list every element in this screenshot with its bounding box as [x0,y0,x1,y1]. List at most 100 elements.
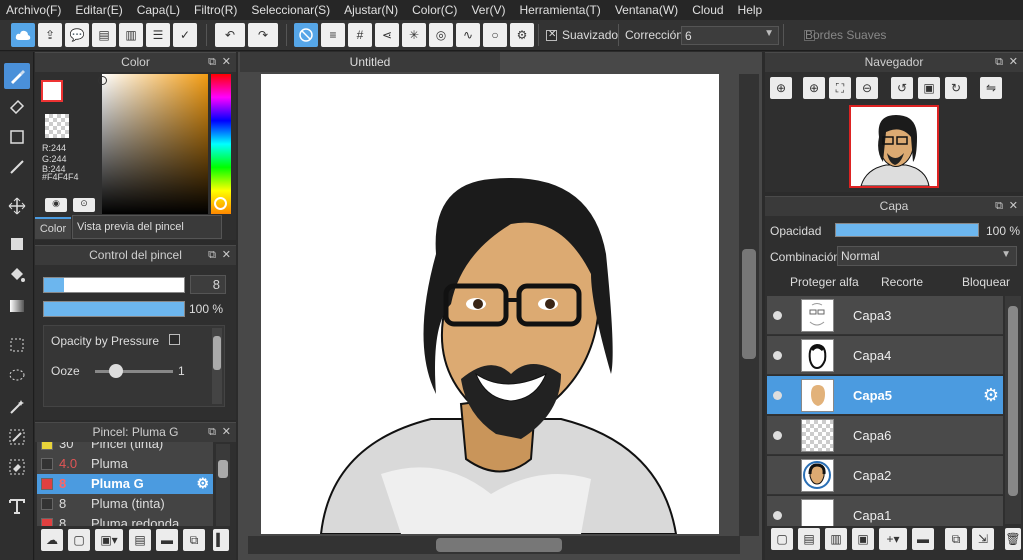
folder-icon[interactable]: ▬ [912,528,934,550]
close-icon[interactable]: ✕ [1009,53,1018,72]
canvas-tab[interactable]: Untitled [240,52,500,72]
close-icon[interactable]: ✕ [222,423,231,442]
menu-archivo[interactable]: Archivo(F) [6,3,61,17]
select-tool-icon[interactable] [4,332,30,358]
rotate-left-icon[interactable]: ↺ [891,77,913,99]
menu-help[interactable]: Help [738,3,763,17]
select-eraser-icon[interactable] [4,454,30,480]
palette-icon[interactable]: ◉ [45,198,67,212]
fill-rect-tool-icon[interactable] [4,231,30,257]
transparent-swatch[interactable] [45,114,69,138]
list-item[interactable]: 4.0 Pluma [37,454,213,474]
undock-icon[interactable]: ⧉ [995,53,1003,72]
layer-row-capa4[interactable]: Capa4 [767,336,1003,375]
undo-icon[interactable]: ↶ [215,23,245,47]
grid-snap-icon[interactable]: # [348,23,372,47]
list-icon[interactable]: ☰ [146,23,170,47]
brush-properties-icon[interactable]: ▤ [129,529,151,551]
menu-cloud[interactable]: Cloud [692,3,723,17]
layer-add-menu-icon[interactable]: +▾ [879,528,907,550]
folder-icon[interactable]: ▬ [156,529,178,551]
gear-icon[interactable]: ⚙ [983,385,999,406]
undock-icon[interactable]: ⧉ [208,53,216,72]
brush-tool-icon[interactable] [4,63,30,89]
settings-icon[interactable]: ⚙ [510,23,534,47]
zoom-actual-icon[interactable]: ⊕ [770,77,792,99]
new-halftone-layer-icon[interactable]: ▤ [798,528,820,550]
brush-menu-icon[interactable]: ▣▾ [95,529,123,551]
undock-icon[interactable]: ⧉ [208,246,216,265]
gradient-tool-icon[interactable] [4,293,30,319]
menu-color[interactable]: Color(C) [412,3,457,17]
zoom-out-icon[interactable]: ⊖ [856,77,878,99]
eyedropper-icon[interactable]: ⊙ [73,198,95,212]
layer-opacity-slider[interactable] [835,223,979,237]
trash-icon[interactable]: 🗑 [1005,528,1021,550]
duplicate-icon[interactable]: ⧉ [183,529,205,551]
snap-off-icon[interactable] [294,23,318,47]
saturation-value-picker[interactable] [98,74,208,214]
select-pen-icon[interactable] [4,424,30,450]
gear-icon[interactable]: ⚙ [196,475,209,492]
list-item[interactable]: 8 Pluma (tinta) [37,494,213,514]
drawing-canvas[interactable] [261,74,719,534]
list-item[interactable]: 8 Pluma G ⚙ [37,474,213,494]
foreground-color-swatch[interactable] [41,80,63,102]
menu-seleccionar[interactable]: Seleccionar(S) [251,3,330,17]
menu-herramienta[interactable]: Herramienta(T) [519,3,600,17]
layer-row-capa5[interactable]: Capa5 ⚙ [767,376,1003,415]
eraser-tool-icon[interactable] [4,92,30,118]
add-brush-icon[interactable]: ▢ [68,529,90,551]
parallel-snap-icon[interactable]: ≡ [321,23,345,47]
vertical-scrollbar[interactable] [739,74,759,536]
blend-mode-select[interactable]: Normal ▼ [837,246,1017,266]
layer-row-capa6[interactable]: Capa6 [767,416,1003,455]
undock-icon[interactable]: ⧉ [995,197,1003,216]
lasso-tool-icon[interactable] [4,363,30,389]
new-layer-8bit-icon[interactable]: ▥ [825,528,847,550]
list-item[interactable]: 30 Pincel (tinta) [37,442,213,454]
eye-icon[interactable] [773,431,782,440]
brush-size-slider[interactable] [43,277,185,293]
radial-snap-icon[interactable]: ✳ [402,23,426,47]
cloud-icon[interactable] [11,23,35,47]
scrollbar[interactable] [216,444,230,526]
merge-icon[interactable]: ⇲ [972,528,994,550]
layer-row-capa2[interactable]: Capa2 [767,456,1003,495]
brush-size-field[interactable]: 8 [190,275,226,294]
document-icon[interactable]: ▥ [119,23,143,47]
fit-icon[interactable]: ⛶ [829,77,851,99]
scrollbar[interactable] [1005,296,1021,524]
redo-icon[interactable]: ↷ [248,23,278,47]
close-icon[interactable]: ✕ [222,246,231,265]
tab-color[interactable]: Color [35,217,71,239]
correction-select[interactable]: 6 ▼ [681,26,779,45]
curve-snap-icon[interactable]: ∿ [456,23,480,47]
magic-wand-icon[interactable] [4,394,30,420]
eye-icon[interactable] [773,391,782,400]
bucket-tool-icon[interactable] [4,262,30,288]
close-icon[interactable]: ✕ [1009,197,1018,216]
checklist-icon[interactable]: ✓ [173,23,197,47]
undock-icon[interactable]: ⧉ [208,423,216,442]
new-layer-icon[interactable]: ▢ [771,528,793,550]
move-tool-icon[interactable] [4,193,30,219]
hue-slider[interactable] [211,74,231,214]
concentric-snap-icon[interactable]: ◎ [429,23,453,47]
speech-icon[interactable]: ▤ [92,23,116,47]
line-tool-icon[interactable] [4,154,30,180]
ooze-slider[interactable] [95,364,173,378]
rotate-right-icon[interactable]: ↻ [945,77,967,99]
smoothing-checkbox[interactable] [546,29,557,41]
menu-ajustar[interactable]: Ajustar(N) [344,3,398,17]
export-icon[interactable]: ⇪ [38,23,62,47]
duplicate-icon[interactable]: ⧉ [945,528,967,550]
menu-editar[interactable]: Editar(E) [75,3,122,17]
close-icon[interactable]: ✕ [222,53,231,72]
scrollbar[interactable] [212,328,222,404]
menu-ver[interactable]: Ver(V) [471,3,505,17]
menu-capa[interactable]: Capa(L) [137,3,180,17]
more-icon[interactable]: ▍ [213,529,229,551]
text-tool-icon[interactable] [4,493,30,519]
cloud-download-icon[interactable]: ☁ [41,529,63,551]
